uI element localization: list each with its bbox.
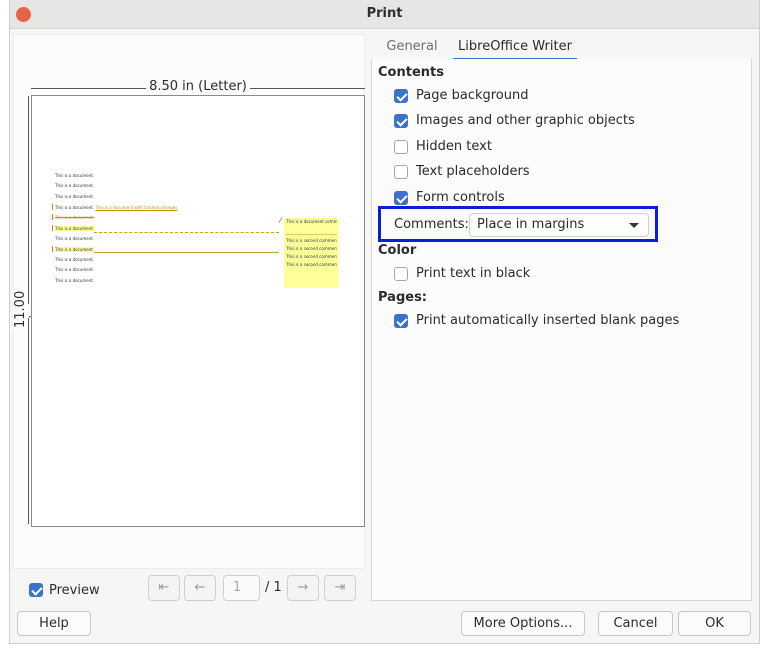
contents-heading: Contents (378, 65, 444, 80)
option-print-text-black[interactable]: Print text in black (394, 266, 530, 281)
option-page-background[interactable]: Page background (394, 88, 529, 103)
option-blank-pages[interactable]: Print automatically inserted blank pages (394, 313, 679, 328)
comments-dropdown[interactable]: Place in margins (469, 213, 649, 237)
cancel-button[interactable]: Cancel (598, 611, 673, 636)
chevron-down-icon (629, 223, 639, 228)
comments-highlight: Comments: Place in margins (378, 206, 658, 242)
comment-text: This is a second comment. (286, 246, 337, 251)
comment-meta (286, 228, 337, 232)
ok-button[interactable]: OK (678, 611, 751, 636)
option-label: Form controls (416, 190, 505, 205)
window-title: Print (366, 6, 403, 21)
tab-general[interactable]: General (385, 39, 439, 60)
hidden-text-checkbox[interactable] (394, 139, 408, 154)
page-background-checkbox[interactable] (394, 88, 408, 103)
document-line: This is a document. (55, 226, 95, 231)
pages-heading: Pages: (378, 290, 428, 305)
images-checkbox[interactable] (394, 113, 408, 128)
preview-toggle[interactable]: Preview (29, 580, 100, 600)
option-form-controls[interactable]: Form controls (394, 190, 505, 205)
comments-label: Comments: (394, 217, 469, 232)
tracked-change-text: This is a document with tracked changes (95, 205, 178, 210)
previous-page-button[interactable]: ← (184, 575, 216, 601)
first-page-button[interactable]: ⇤ (148, 575, 180, 601)
change-marker (52, 214, 53, 220)
page-width-ruler: 8.50 in (Letter) (31, 52, 365, 94)
next-page-button[interactable]: → (287, 575, 319, 601)
option-images[interactable]: Images and other graphic objects (394, 113, 635, 128)
document-line: This is a document. (55, 194, 95, 199)
tab-bar: General LibreOffice Writer (371, 35, 752, 60)
page-number-input[interactable]: 1 (223, 575, 260, 601)
page-thumbnail: This is a document. This is a document. … (31, 95, 365, 527)
arrow-left-icon: ← (194, 580, 206, 595)
change-marker (52, 204, 53, 210)
comment-connector (278, 217, 283, 223)
option-label: Page background (416, 88, 529, 103)
document-line: This is a document. (55, 257, 95, 262)
print-text-black-checkbox[interactable] (394, 266, 408, 281)
preview-checkbox[interactable] (29, 583, 43, 597)
arrow-right-icon: → (297, 580, 309, 595)
comment-anchor-line (94, 252, 279, 253)
page-total-label: / 1 (265, 580, 282, 595)
comment-text: This is a second comment. (286, 262, 337, 267)
comment-text: This is a second comment. (286, 238, 337, 243)
document-line: This is a document. (55, 236, 95, 241)
option-text-placeholders[interactable]: Text placeholders (394, 164, 530, 179)
blank-pages-checkbox[interactable] (394, 313, 408, 328)
change-marker (52, 225, 53, 231)
preview-label: Preview (49, 582, 100, 598)
last-page-icon: ⇥ (334, 580, 346, 595)
document-line: This is a document. This is a document w… (55, 205, 178, 210)
last-page-button[interactable]: ⇥ (324, 575, 356, 601)
document-line: This is a document. (55, 215, 95, 220)
comment-text: This is a document comment. (286, 219, 337, 224)
option-label: Hidden text (416, 139, 492, 154)
option-hidden-text[interactable]: Hidden text (394, 139, 492, 154)
option-label: Print text in black (416, 266, 531, 281)
text-placeholders-checkbox[interactable] (394, 164, 408, 179)
writer-options-panel: Contents Page background Images and othe… (371, 59, 752, 601)
tab-libreoffice-writer[interactable]: LibreOffice Writer (453, 39, 577, 60)
page-width-label: 8.50 in (Letter) (146, 79, 250, 94)
option-label: Images and other graphic objects (416, 113, 635, 128)
margin-comment: This is a document comment. This is a se… (284, 218, 339, 288)
color-heading: Color (378, 243, 417, 258)
document-line: This is a document. (55, 247, 95, 252)
change-marker (52, 246, 53, 252)
document-line: This is a document. (55, 173, 95, 178)
option-label: Print automatically inserted blank pages (416, 313, 680, 328)
document-line: This is a document. (55, 183, 95, 188)
more-options-button[interactable]: More Options... (461, 611, 585, 636)
help-button[interactable]: Help (17, 611, 91, 636)
comment-text: This is a second comment. (286, 254, 337, 259)
first-page-icon: ⇤ (158, 580, 170, 595)
document-line: This is a document. (55, 267, 95, 272)
title-bar: Print (10, 0, 759, 29)
comment-anchor-line (94, 232, 279, 233)
document-line: This is a document. (55, 278, 95, 283)
comments-selected-value: Place in margins (477, 217, 585, 232)
form-controls-checkbox[interactable] (394, 190, 408, 205)
option-label: Text placeholders (416, 164, 530, 179)
